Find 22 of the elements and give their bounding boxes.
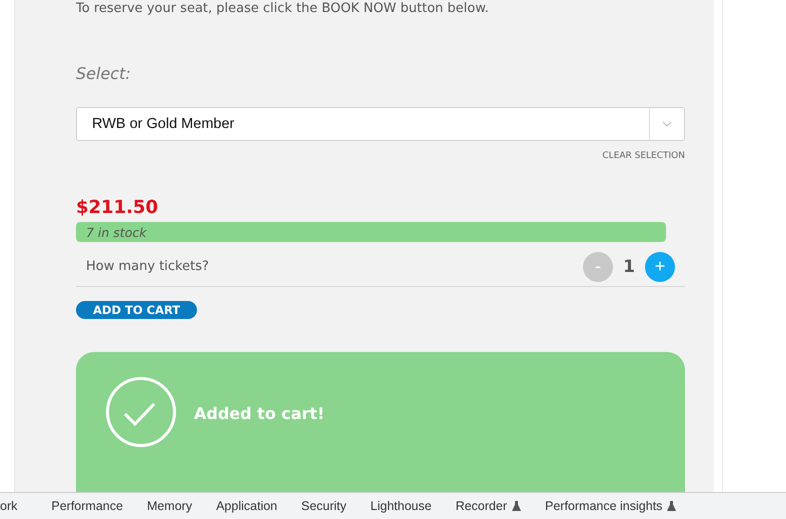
instruction-text: To reserve your seat, please click the BOOK NOW button below. (76, 0, 489, 18)
clear-selection-link[interactable]: CLEAR SELECTION (602, 151, 685, 161)
add-to-cart-button[interactable]: ADD TO CART (76, 300, 198, 319)
devtools-tab[interactable]: Performance insights (533, 499, 688, 513)
stock-status: 7 in stock (76, 222, 666, 242)
devtools-tab[interactable]: Memory (134, 499, 204, 513)
select-label: Select: (76, 64, 131, 83)
flask-icon (667, 501, 676, 511)
devtools-tab[interactable]: ork (0, 499, 40, 513)
devtools-tab[interactable]: Application (204, 499, 290, 513)
devtools-tab[interactable]: Lighthouse (358, 499, 444, 513)
quantity-label: How many tickets? (86, 259, 210, 274)
price: $211.50 (76, 197, 158, 218)
member-select[interactable]: RWB or Gold Member (76, 107, 685, 141)
devtools-tab[interactable]: Performance (39, 499, 135, 513)
flask-icon (512, 501, 521, 511)
quantity-value: 1 (622, 256, 636, 277)
notice-text: Added to cart! (194, 404, 324, 423)
devtools-tab[interactable]: Security (289, 499, 358, 513)
caret-icon (662, 121, 672, 127)
devtools-tab[interactable]: Recorder (444, 499, 533, 513)
check-icon (106, 377, 176, 447)
